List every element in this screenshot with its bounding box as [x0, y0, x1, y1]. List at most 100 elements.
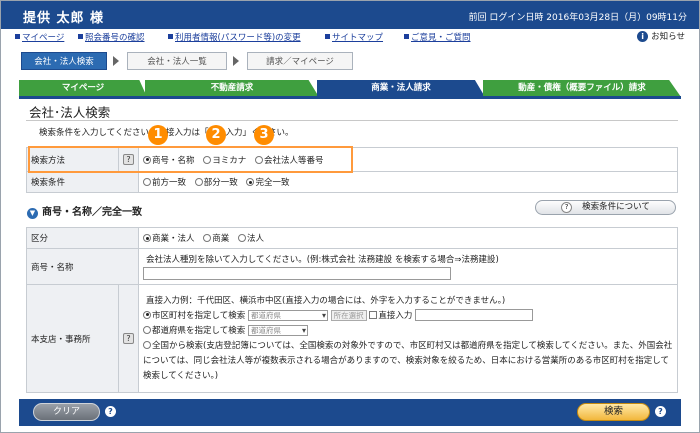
kubun-corp-radio[interactable]: 法人	[237, 234, 264, 244]
kubun-all-radio[interactable]: 商業・法人	[143, 234, 195, 244]
name-note: 会社法人種別を除いて入力してください。(例:株式会社 法務建設 を検索する場合⇒…	[146, 254, 499, 265]
pref-radio-label: 都道府県を指定して検索	[152, 325, 246, 336]
direct-input-label: 直接入力	[378, 310, 413, 321]
kubun-commercial-label: 商業	[212, 234, 230, 244]
link-feedback-label: ご意見・ご質問	[411, 33, 471, 43]
question-icon: ?	[561, 202, 573, 213]
step-1: 会社・法人検索	[21, 52, 107, 70]
all-note: (支店登記簿については、全国検索の対象外ですので、市区町村又は都道府県を指定して…	[143, 340, 673, 381]
kubun-options: 商業・法人 商業 法人	[138, 227, 678, 249]
link-user-info[interactable]: 利用者情報(パスワード等)の変更	[168, 31, 301, 43]
radio-icon	[194, 178, 203, 186]
bullet-icon	[404, 34, 409, 39]
city-option-line: 市区町村を指定して検索 都道府県 所在選択 直接入力	[143, 309, 673, 324]
link-ref-number[interactable]: 照会番号の確認	[78, 31, 145, 43]
tab-mypage[interactable]: マイページ	[19, 80, 147, 97]
kubun-all-label: 商業・法人	[152, 234, 195, 244]
step-arrow-icon	[113, 56, 119, 66]
link-mypage-label: マイページ	[22, 33, 65, 43]
bullet-icon	[78, 34, 83, 39]
clear-button[interactable]: クリア	[33, 403, 100, 421]
all-radio[interactable]: 全国から検索	[143, 340, 204, 351]
radio-icon	[237, 234, 246, 242]
tab-underline	[19, 96, 681, 99]
notice-link[interactable]: i お知らせ	[637, 30, 685, 42]
radio-icon	[203, 234, 212, 242]
badge-3: 3	[254, 125, 274, 145]
name-input[interactable]	[143, 266, 451, 280]
chevron-down-icon: ▼	[27, 208, 38, 219]
tab-realestate[interactable]: 不動産請求	[145, 80, 319, 97]
tab-bar: マイページ 不動産請求 商業・法人請求 動産・債権（概要ファイル）請求	[19, 80, 681, 97]
title-divider	[26, 120, 678, 121]
cond-prefix-label: 前方一致	[152, 178, 187, 188]
info-icon: i	[637, 31, 649, 42]
search-criteria-table: 区分 商業・法人 商業 法人 商号・名称 会社法人種別を除いて入力してください。…	[26, 227, 678, 393]
kubun-row: 区分 商業・法人 商業 法人	[26, 227, 678, 249]
search-button[interactable]: 検索	[577, 403, 650, 421]
cond-prefix-radio[interactable]: 前方一致	[143, 178, 186, 188]
kubun-commercial-radio[interactable]: 商業	[203, 234, 229, 244]
tab-movables[interactable]: 動産・債権（概要ファイル）請求	[483, 80, 681, 97]
help-icon[interactable]: ?	[655, 406, 666, 417]
radio-icon	[143, 340, 151, 349]
cond-partial-radio[interactable]: 部分一致	[194, 178, 238, 188]
last-login: 前回 ログイン日時 2016年03月28日（月）09時11分	[468, 13, 687, 23]
tab-commercial[interactable]: 商業・法人請求	[317, 80, 485, 97]
office-note: 直接入力例：千代田区、横浜市中区(直接入力の場合には、外字を入力することができま…	[146, 295, 506, 306]
help-icon[interactable]: ?	[123, 333, 134, 344]
office-row: 本支店・事務所 ? 直接入力例：千代田区、横浜市中区(直接入力の場合には、外字を…	[26, 284, 678, 393]
app-window: 提供 太郎 様 前回 ログイン日時 2016年03月28日（月）09時11分 マ…	[0, 0, 700, 433]
name-label: 商号・名称	[26, 248, 139, 285]
condition-options: 前方一致 部分一致 完全一致	[138, 171, 678, 193]
radio-icon	[143, 178, 151, 186]
link-user-info-label: 利用者情報(パスワード等)の変更	[175, 33, 301, 43]
step-2: 会社・法人一覧	[127, 52, 227, 70]
radio-icon	[246, 178, 255, 186]
prefecture-select-2[interactable]: 都道府県	[247, 324, 308, 336]
direct-input-field[interactable]	[415, 309, 534, 321]
link-sitemap[interactable]: サイトマップ	[325, 31, 383, 43]
all-option-block: 全国から検索(支店登記簿については、全国検索の対象外ですので、市区町村又は都道府…	[143, 339, 673, 384]
step-3: 請求／マイページ	[247, 52, 353, 70]
link-sitemap-label: サイトマップ	[332, 33, 384, 43]
link-bar: マイページ 照会番号の確認 利用者情報(パスワード等)の変更 サイトマップ ご意…	[1, 29, 699, 44]
city-radio[interactable]: 市区町村を指定して検索	[143, 310, 246, 321]
top-bar: 提供 太郎 様 前回 ログイン日時 2016年03月28日（月）09時11分	[1, 1, 699, 29]
link-mypage[interactable]: マイページ	[15, 31, 64, 43]
link-ref-number-label: 照会番号の確認	[85, 33, 145, 43]
condition-row: 検索条件 前方一致 部分一致 完全一致	[26, 171, 678, 193]
search-conditions-label: 検索条件について	[582, 202, 650, 212]
cond-exact-radio[interactable]: 完全一致	[246, 178, 289, 188]
pref-option-line: 都道府県を指定して検索 都道府県	[143, 324, 673, 339]
checkbox-icon	[369, 310, 378, 319]
kubun-label: 区分	[26, 227, 139, 249]
notice-label: お知らせ	[651, 32, 685, 42]
action-bar: クリア ? 検索 ?	[19, 399, 681, 426]
badge-2: 2	[206, 125, 226, 145]
page-title: 会社･法人検索	[29, 105, 111, 120]
office-label: 本支店・事務所	[26, 284, 119, 393]
name-row: 商号・名称 会社法人種別を除いて入力してください。(例:株式会社 法務建設 を検…	[26, 248, 678, 285]
user-name: 提供 太郎 様	[23, 11, 105, 26]
section-header: ▼ 商号・名称／完全一致	[27, 203, 142, 219]
radio-icon	[143, 325, 151, 334]
radio-icon	[143, 234, 151, 242]
bullet-icon	[15, 34, 20, 39]
city-radio-label: 市区町村を指定して検索	[152, 310, 246, 321]
pref-radio[interactable]: 都道府県を指定して検索	[143, 325, 246, 336]
radio-icon	[143, 310, 151, 319]
link-feedback[interactable]: ご意見・ご質問	[404, 31, 471, 43]
search-conditions-button[interactable]: ? 検索条件について	[535, 200, 676, 215]
name-cell: 会社法人種別を除いて入力してください。(例:株式会社 法務建設 を検索する場合⇒…	[138, 248, 678, 285]
all-radio-label: 全国から検索	[152, 340, 204, 351]
help-icon[interactable]: ?	[105, 406, 116, 417]
kubun-corp-label: 法人	[246, 234, 264, 244]
badge-1: 1	[148, 125, 168, 145]
prefecture-select[interactable]: 都道府県	[247, 309, 328, 321]
bullet-icon	[168, 34, 173, 39]
cond-partial-label: 部分一致	[203, 178, 238, 188]
bullet-icon	[325, 34, 330, 39]
direct-input-checkbox[interactable]: 直接入力	[369, 310, 413, 321]
location-select-button[interactable]: 所在選択	[330, 309, 367, 321]
